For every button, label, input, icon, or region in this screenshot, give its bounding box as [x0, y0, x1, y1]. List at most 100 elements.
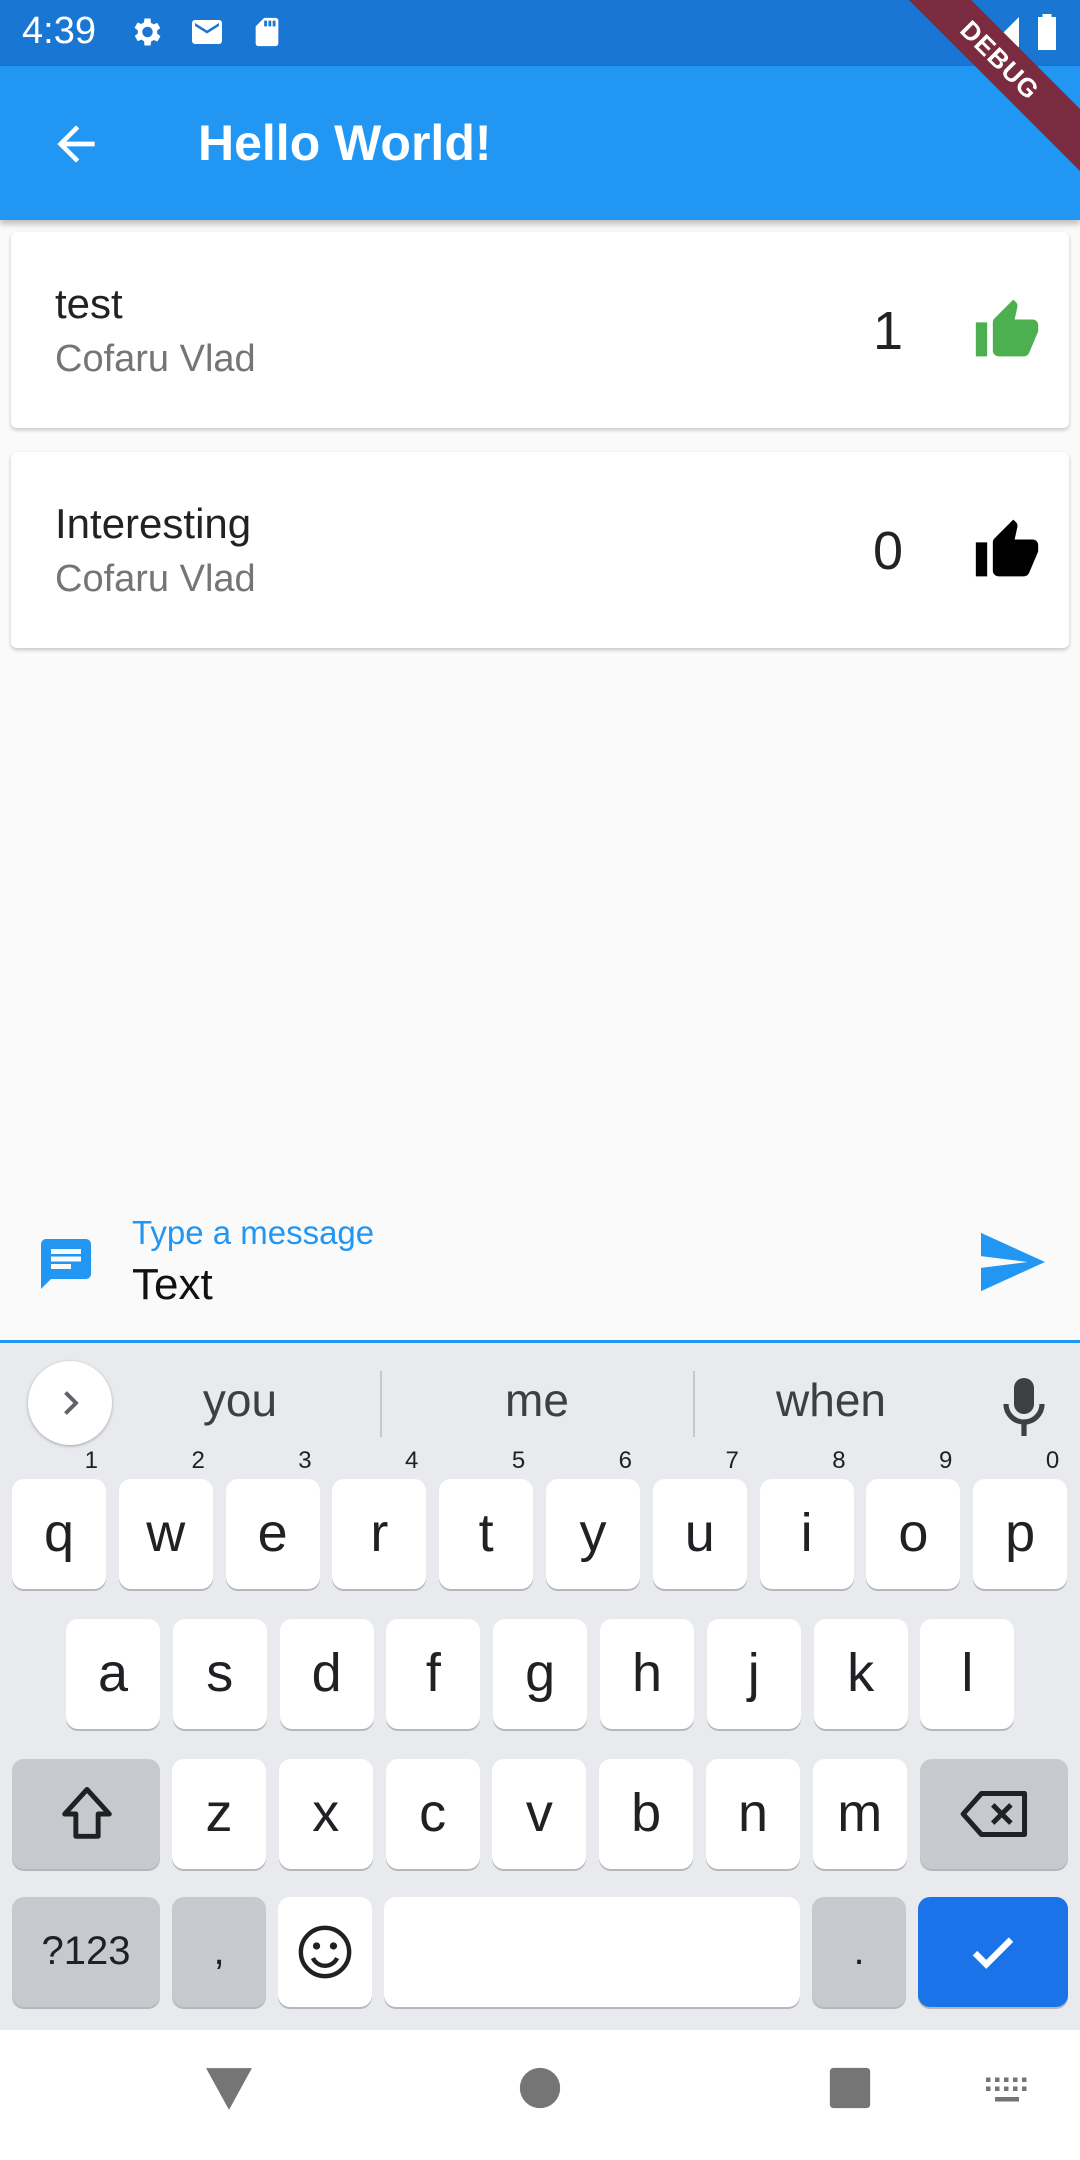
like-count: 0 — [873, 521, 904, 581]
key-a[interactable]: a — [66, 1619, 160, 1729]
enter-key[interactable] — [918, 1897, 1068, 2007]
key-g[interactable]: g — [493, 1619, 588, 1729]
key-n[interactable]: n — [706, 1759, 800, 1869]
shift-key[interactable] — [12, 1759, 160, 1869]
key-label: u — [684, 1503, 715, 1563]
emoji-icon — [298, 1925, 352, 1979]
key-i[interactable]: i8 — [759, 1447, 854, 1589]
key-hint: 5 — [511, 1447, 526, 1474]
message-author: Cofaru Vlad — [55, 338, 256, 380]
key-h[interactable]: h — [600, 1619, 694, 1729]
key-z[interactable]: z — [172, 1759, 266, 1869]
key-hint: 1 — [84, 1447, 98, 1474]
period-key[interactable]: . — [812, 1897, 906, 2007]
key-label: n — [737, 1783, 769, 1843]
suggestion-2[interactable]: me — [427, 1373, 647, 1427]
key-label: f — [425, 1643, 441, 1703]
suggestion-expand-button[interactable] — [28, 1361, 112, 1445]
emoji-key[interactable] — [278, 1897, 372, 2007]
comma-key[interactable]: , — [172, 1897, 266, 2007]
key-hint: 0 — [1045, 1447, 1060, 1474]
navigation-bar — [0, 2030, 1080, 2160]
microphone-icon[interactable] — [1000, 1375, 1048, 1441]
key-label: r — [370, 1503, 389, 1563]
suggestion-divider — [693, 1371, 695, 1437]
send-icon[interactable] — [978, 1230, 1048, 1294]
key-hint: 2 — [191, 1447, 205, 1474]
suggestion-3[interactable]: when — [721, 1373, 941, 1427]
key-hint: 8 — [832, 1447, 846, 1474]
key-x[interactable]: x — [278, 1759, 373, 1869]
message-icon — [41, 1239, 91, 1289]
thumb-up-icon[interactable] — [973, 296, 1041, 360]
key-label: b — [631, 1783, 662, 1843]
keyboard-switch-icon[interactable] — [984, 2076, 1030, 2106]
back-triangle-icon[interactable] — [204, 2066, 254, 2112]
key-label: h — [631, 1643, 663, 1703]
key-d[interactable]: d — [279, 1619, 374, 1729]
key-v[interactable]: v — [492, 1759, 587, 1869]
key-label: m — [837, 1783, 883, 1843]
backspace-icon — [960, 1791, 1028, 1837]
message-input[interactable]: Text — [132, 1260, 213, 1310]
key-hint: 4 — [405, 1447, 419, 1474]
message-input-label: Type a message — [132, 1214, 375, 1251]
key-label: y — [579, 1503, 607, 1563]
key-label: q — [43, 1503, 75, 1563]
suggestion-1[interactable]: you — [130, 1373, 350, 1427]
key-y[interactable]: y6 — [546, 1447, 640, 1589]
battery-icon — [1038, 14, 1056, 50]
key-label: j — [747, 1643, 760, 1703]
soft-keyboard: you me when ?123 , . q 1 w 2 e 3 r 4 t 5… — [0, 1343, 1080, 2030]
space-key[interactable] — [384, 1897, 800, 2007]
key-o[interactable]: o9 — [866, 1447, 961, 1589]
key-label: z — [205, 1783, 233, 1843]
key-c[interactable]: c — [385, 1759, 480, 1869]
thumb-up-icon[interactable] — [973, 516, 1041, 580]
key-s[interactable]: s — [172, 1619, 267, 1729]
key-k[interactable]: k — [813, 1619, 908, 1729]
gmail-icon — [192, 20, 222, 44]
key-e[interactable]: e3 — [225, 1447, 320, 1589]
key-u[interactable]: u7 — [652, 1447, 747, 1589]
shift-icon — [62, 1787, 112, 1839]
like-count: 1 — [873, 301, 904, 361]
key-label: t — [478, 1503, 494, 1563]
back-arrow-icon[interactable] — [48, 116, 104, 172]
key-j[interactable]: j — [706, 1619, 801, 1729]
suggestion-divider — [380, 1371, 382, 1437]
chevron-right-icon — [64, 1391, 79, 1415]
recents-square-icon[interactable] — [828, 2066, 872, 2110]
key-label: g — [525, 1643, 556, 1703]
key-t[interactable]: t5 — [439, 1447, 534, 1589]
key-label: k — [847, 1643, 875, 1703]
key-p[interactable]: p0 — [973, 1447, 1068, 1589]
key-label: p — [1005, 1503, 1036, 1563]
key-r[interactable]: r4 — [332, 1447, 427, 1589]
key-b[interactable]: b — [599, 1759, 694, 1869]
key-label: l — [961, 1643, 974, 1703]
home-circle-icon[interactable] — [518, 2066, 562, 2110]
key-label: d — [311, 1643, 342, 1703]
key-label: o — [898, 1503, 929, 1563]
backspace-key[interactable] — [920, 1759, 1068, 1869]
key-f[interactable]: f — [386, 1619, 481, 1729]
app-bar: Hello World! — [0, 66, 1080, 220]
key-l[interactable]: l — [920, 1619, 1015, 1729]
message-composer: Type a message Text — [0, 1200, 1080, 1343]
sd-card-icon — [255, 17, 279, 47]
key-label: s — [206, 1643, 234, 1703]
key-m[interactable]: m — [812, 1759, 907, 1869]
page-title: Hello World! — [198, 115, 492, 171]
key-q[interactable]: q1 — [12, 1447, 106, 1589]
message-text: Interesting — [55, 500, 252, 547]
key-label: e — [257, 1503, 288, 1563]
key-label: w — [146, 1503, 186, 1563]
key-label: x — [312, 1783, 340, 1843]
symbols-key[interactable]: ?123 — [12, 1897, 160, 2007]
key-w[interactable]: w2 — [118, 1447, 213, 1589]
settings-icon — [134, 18, 161, 46]
message-author: Cofaru Vlad — [55, 558, 256, 600]
status-time: 4:39 — [22, 10, 96, 52]
key-hint: 9 — [939, 1447, 953, 1474]
